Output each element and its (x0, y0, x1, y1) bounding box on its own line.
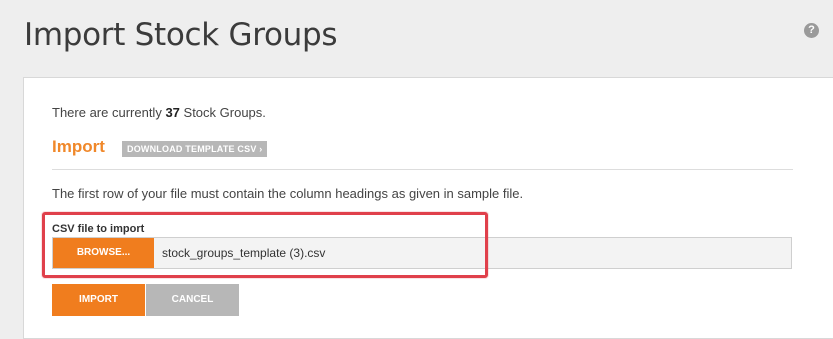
stock-group-count: 37 (165, 105, 180, 120)
divider (52, 169, 793, 170)
cancel-button[interactable]: CANCEL (146, 284, 239, 316)
selected-file-name: stock_groups_template (3).csv (162, 246, 326, 260)
help-icon[interactable]: ? (804, 23, 819, 38)
page-title: Import Stock Groups (24, 17, 338, 53)
stock-group-count-text: There are currently 37 Stock Groups. (52, 105, 266, 120)
csv-file-input[interactable]: BROWSE... stock_groups_template (3).csv (52, 237, 792, 269)
import-panel: There are currently 37 Stock Groups. Imp… (23, 77, 833, 339)
instructions-text: The first row of your file must contain … (52, 186, 524, 201)
browse-button[interactable]: BROWSE... (53, 238, 154, 268)
count-suffix: Stock Groups. (179, 105, 266, 120)
import-button[interactable]: IMPORT (52, 284, 145, 316)
csv-file-label: CSV file to import (52, 223, 145, 235)
download-template-button[interactable]: DOWNLOAD TEMPLATE CSV › (122, 141, 268, 157)
count-prefix: There are currently (52, 105, 166, 120)
import-heading: Import (52, 137, 105, 156)
